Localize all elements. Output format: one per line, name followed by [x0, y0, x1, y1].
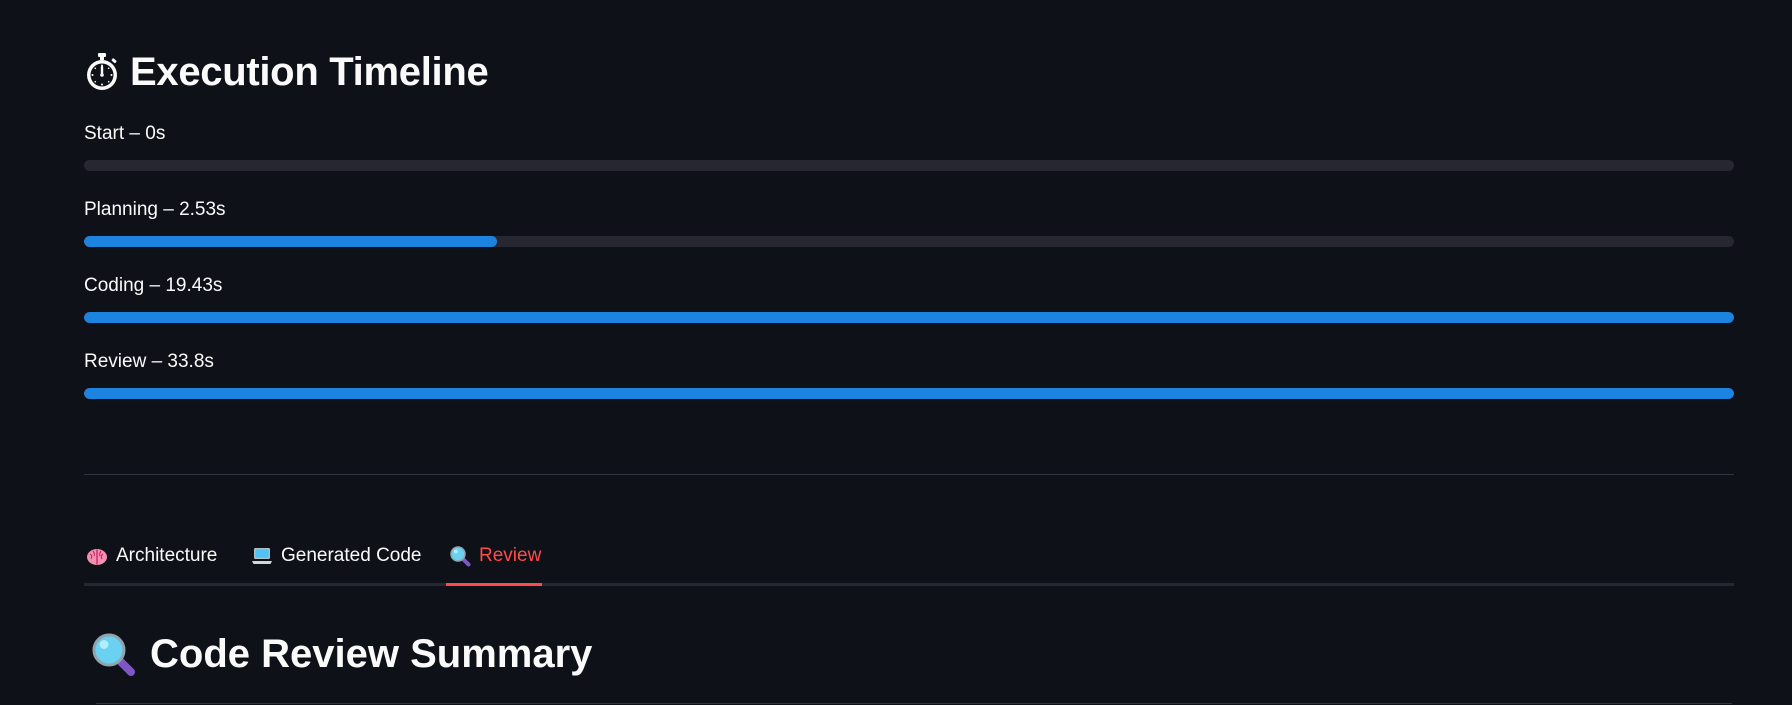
tab-label: Generated Code	[281, 545, 422, 566]
code-review-summary-title: Code Review Summary	[150, 631, 593, 676]
content-border	[96, 703, 1732, 704]
execution-timeline-heading: Execution Timeline	[84, 46, 489, 98]
tab-architecture[interactable]: Architecture	[86, 530, 217, 582]
progress-track	[84, 160, 1734, 171]
tab-review[interactable]: Review	[449, 530, 541, 582]
progress-track	[84, 236, 1734, 247]
timeline-step-label: Review – 33.8s	[84, 351, 214, 372]
tab-label: Review	[479, 545, 542, 566]
progress-fill	[84, 312, 1734, 323]
timeline-step-label: Planning – 2.53s	[84, 199, 226, 220]
progress-fill	[84, 388, 1734, 399]
tab-generated-code[interactable]: Generated Code	[251, 530, 422, 582]
magnifying-glass-icon	[90, 631, 136, 677]
magnifying-glass-icon	[449, 545, 471, 567]
stopwatch-icon	[84, 52, 120, 92]
code-review-summary-heading: Code Review Summary	[90, 626, 592, 682]
timeline-step-label: Start – 0s	[84, 123, 166, 144]
timeline-step-label: Coding – 19.43s	[84, 275, 223, 296]
section-divider	[84, 474, 1734, 475]
tab-label: Architecture	[116, 545, 218, 566]
execution-timeline-title: Execution Timeline	[130, 49, 489, 94]
result-tabs: Architecture Generated Code Review	[84, 530, 1734, 586]
progress-fill	[84, 236, 497, 247]
active-tab-indicator	[446, 583, 542, 586]
progress-track	[84, 312, 1734, 323]
tabs-baseline	[84, 583, 1734, 586]
brain-icon	[86, 545, 108, 567]
progress-track	[84, 388, 1734, 399]
laptop-icon	[251, 545, 273, 567]
